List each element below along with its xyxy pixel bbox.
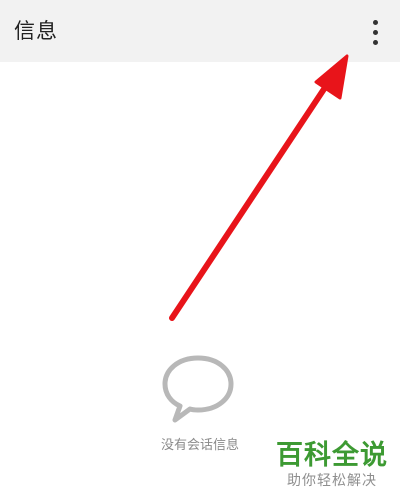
- app-bar: 信息: [0, 0, 400, 62]
- overflow-menu-button[interactable]: [360, 16, 390, 48]
- annotation-arrow: [169, 54, 349, 321]
- messages-screen: 信息 没有会话信息 百科全说 助你轻松解决: [0, 0, 400, 500]
- page-title: 信息: [14, 19, 58, 43]
- more-vertical-icon: [372, 19, 378, 25]
- chat-bubble-icon: [162, 355, 234, 423]
- more-vertical-icon-dot: [372, 29, 378, 35]
- annotation-arrow-shaft: [169, 77, 333, 321]
- watermark-subtitle: 助你轻松解决: [287, 473, 377, 489]
- watermark-title: 百科全说: [276, 440, 388, 471]
- annotation-arrow-head: [314, 54, 349, 100]
- more-vertical-icon-dot: [372, 39, 378, 45]
- watermark-logo: 百科全说 助你轻松解决: [276, 440, 388, 490]
